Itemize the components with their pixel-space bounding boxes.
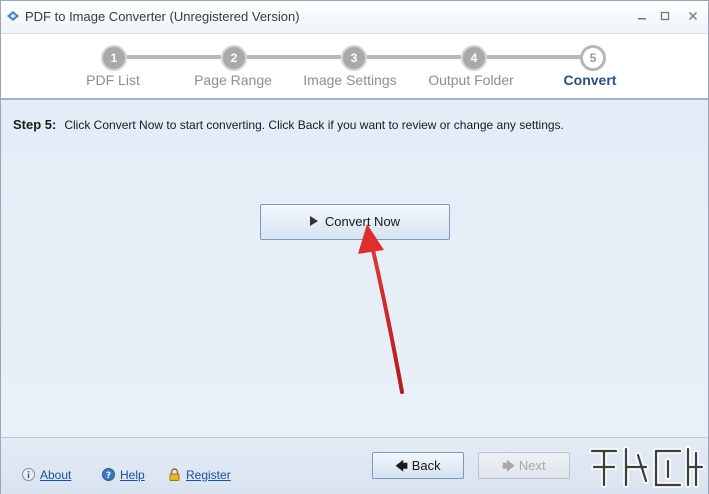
step-5-indicator: 5	[580, 45, 606, 71]
play-icon	[309, 216, 318, 226]
wizard-step-bar: 1 2 3 4 5 PDF List Page Range Image Sett…	[1, 34, 708, 100]
title-bar[interactable]: PDF to Image Converter (Unregistered Ver…	[1, 1, 708, 34]
step-3-label[interactable]: Image Settings	[290, 72, 410, 88]
step-description-text: Click Convert Now to start converting. C…	[64, 118, 564, 132]
step-connector	[365, 55, 461, 59]
step-1-indicator: 1	[101, 45, 127, 71]
app-window: PDF to Image Converter (Unregistered Ver…	[0, 0, 709, 494]
about-label: About	[40, 468, 72, 482]
about-link[interactable]: About	[22, 468, 71, 482]
back-button[interactable]: 🡄 Back	[372, 452, 464, 479]
window-title: PDF to Image Converter (Unregistered Ver…	[25, 9, 300, 24]
step-connector	[485, 55, 581, 59]
step-2-indicator: 2	[221, 45, 247, 71]
next-button[interactable]: 🡆 Next	[478, 452, 570, 479]
step-5-label: Convert	[563, 72, 617, 88]
svg-text:?: ?	[106, 471, 111, 481]
step-1-label[interactable]: PDF List	[53, 72, 173, 88]
step-4-label[interactable]: Output Folder	[411, 72, 531, 88]
step-2-label[interactable]: Page Range	[173, 72, 293, 88]
minimize-button[interactable]	[632, 7, 652, 25]
convert-now-label: Convert Now	[324, 214, 401, 229]
arrow-right-icon: 🡆	[502, 459, 515, 473]
close-button[interactable]	[683, 7, 703, 25]
step-instructions: Step 5: Click Convert Now to start conver…	[13, 117, 564, 132]
help-icon: ?	[102, 468, 115, 481]
step-connector	[245, 55, 341, 59]
next-label: Next	[518, 458, 546, 473]
register-label: Register	[186, 468, 231, 482]
register-link[interactable]: Register	[168, 468, 231, 482]
help-label: Help	[120, 468, 145, 482]
footer-bar: About ? Help Register 🡄 Back 🡆 Next	[1, 437, 708, 494]
lock-icon	[169, 468, 180, 481]
step-content-panel: Step 5: Click Convert Now to start conver…	[1, 100, 708, 437]
arrow-left-icon: 🡄	[395, 459, 408, 473]
step-connector	[125, 55, 221, 59]
help-link[interactable]: ? Help	[102, 468, 145, 482]
back-label: Back	[411, 458, 441, 473]
maximize-icon	[660, 11, 670, 21]
annotation-arrow	[358, 224, 404, 394]
info-icon	[22, 468, 35, 481]
minimize-icon	[638, 18, 646, 20]
step-number-label: Step 5:	[13, 117, 57, 132]
convert-now-button[interactable]: Convert Now	[260, 204, 450, 240]
step-4-indicator: 4	[461, 45, 487, 71]
close-icon	[689, 12, 697, 20]
app-logo-icon	[7, 11, 19, 21]
step-3-indicator: 3	[341, 45, 367, 71]
maximize-button[interactable]	[655, 7, 675, 25]
annotation-arrow-shaft	[371, 248, 404, 394]
